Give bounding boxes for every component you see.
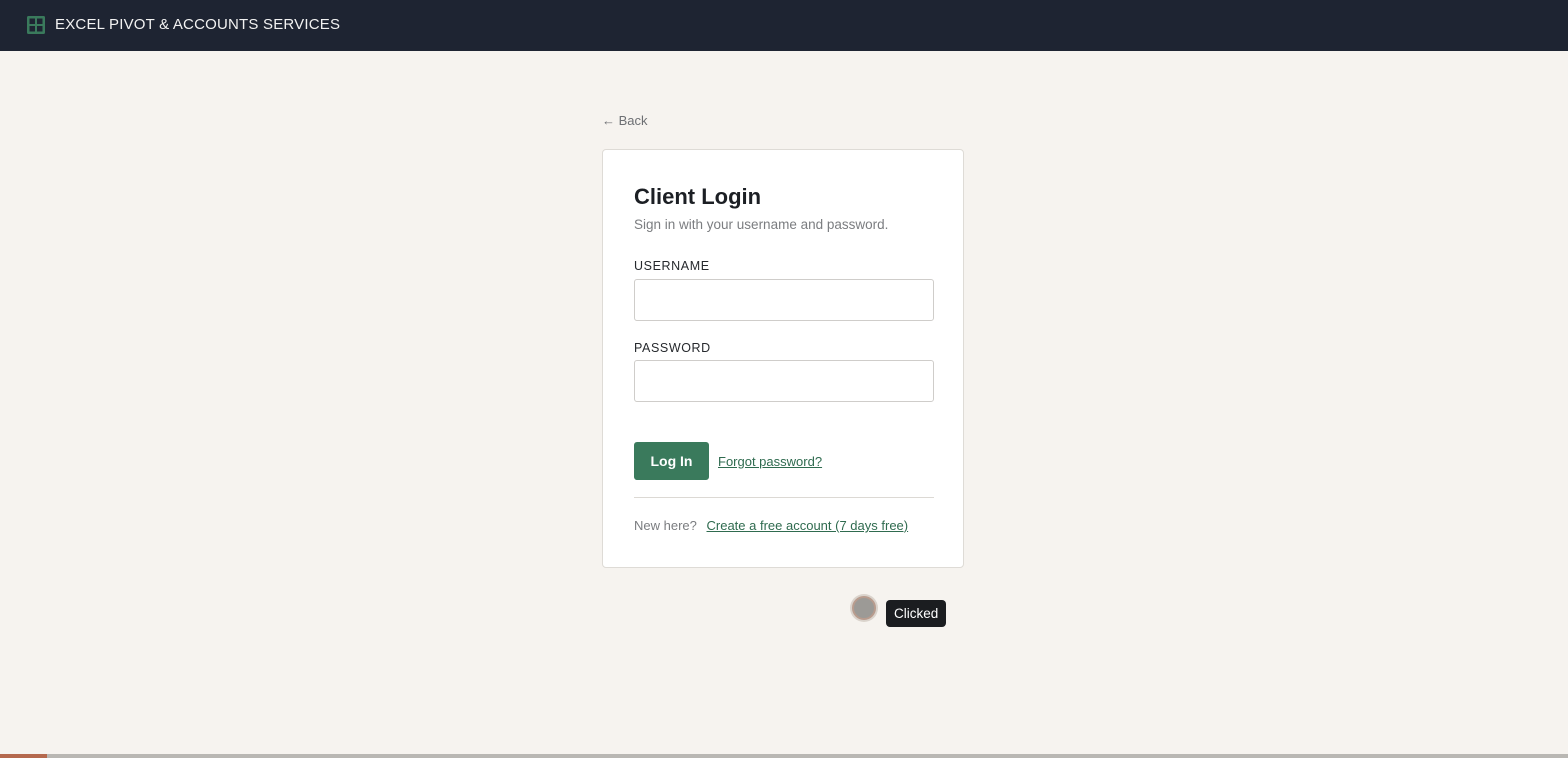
top-bar: EXCEL PIVOT & ACCOUNTS SERVICES: [0, 0, 1568, 51]
signup-row: New here? Create a free account (7 days …: [634, 518, 908, 534]
username-label: USERNAME: [634, 259, 710, 273]
progress-fill: [0, 754, 48, 758]
back-link[interactable]: ← Back: [602, 113, 648, 129]
new-here-text: New here?: [634, 518, 697, 533]
spreadsheet-grid-icon: [27, 16, 45, 34]
page-title: Client Login: [634, 184, 762, 209]
password-label: PASSWORD: [634, 341, 711, 355]
login-subtitle: Sign in with your username and password.: [634, 217, 889, 232]
click-tooltip: Clicked: [886, 600, 947, 627]
page-progress-bar: [0, 754, 1568, 758]
create-account-link[interactable]: Create a free account (7 days free): [707, 518, 909, 533]
login-button[interactable]: Log In: [634, 442, 709, 480]
brand-name: EXCEL PIVOT & ACCOUNTS SERVICES: [55, 16, 341, 33]
username-input[interactable]: [634, 279, 934, 321]
click-indicator-icon: [852, 596, 876, 620]
divider: [634, 497, 934, 498]
login-card: Client Login Sign in with your username …: [602, 149, 964, 568]
forgot-password-link[interactable]: Forgot password?: [718, 454, 822, 470]
password-input[interactable]: [634, 360, 934, 402]
